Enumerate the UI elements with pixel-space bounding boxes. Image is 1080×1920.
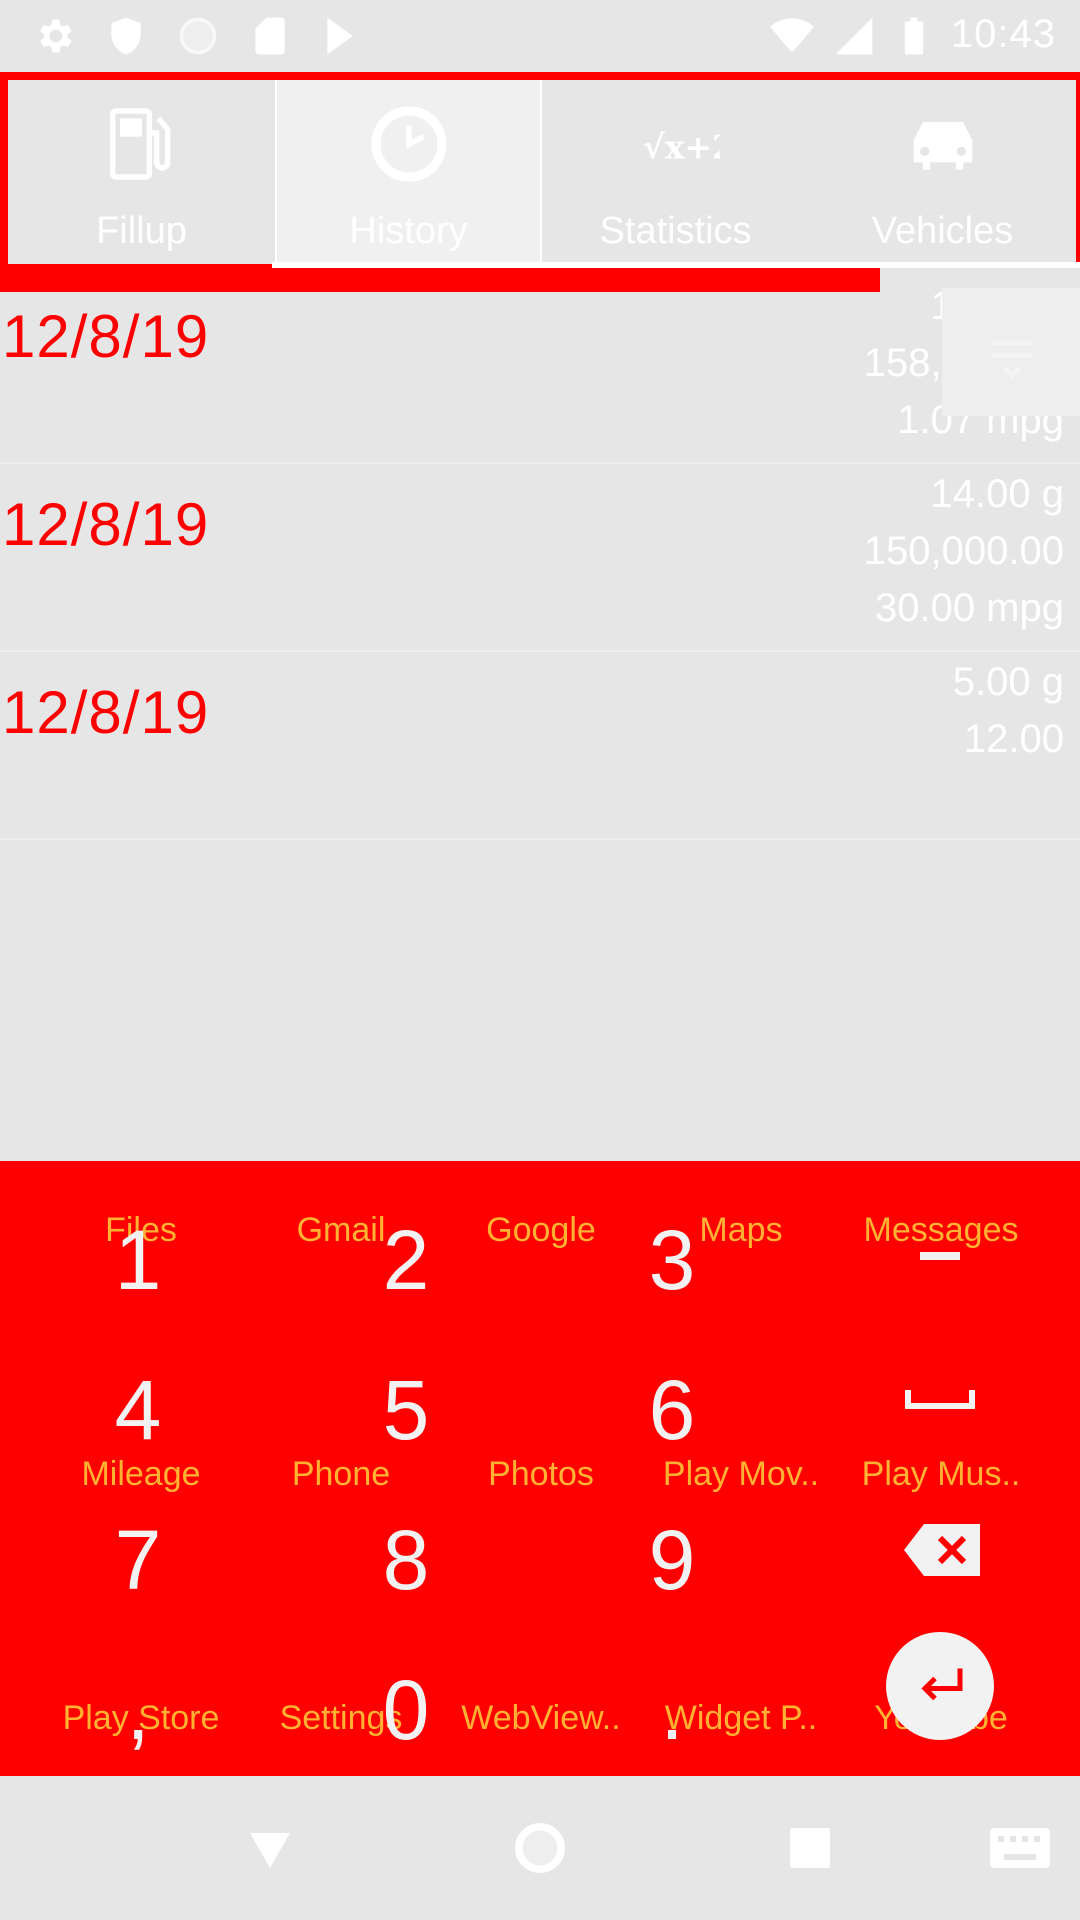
key-2[interactable]: 2 [306,1190,506,1330]
clock-time: 10:43 [950,12,1056,56]
key-1[interactable]: 1 [38,1190,238,1330]
signal-icon [835,17,873,55]
home-icon[interactable] [510,1818,570,1878]
circle-icon [179,17,217,55]
key-7[interactable]: 7 [38,1490,238,1630]
tab-label: Vehicles [871,210,1014,252]
tab-fillup[interactable]: Fillup [8,80,275,264]
recents-icon[interactable] [780,1818,840,1878]
key-6[interactable]: 6 [572,1340,772,1480]
row-values: 5.00 g 12.00 [953,654,1064,768]
row-date: 12/8/19 [2,303,210,370]
wifi-icon [770,18,814,53]
back-icon[interactable] [240,1818,300,1878]
tab-label: Statistics [599,210,752,252]
key-9[interactable]: 9 [572,1490,772,1630]
minus-key[interactable] [920,1252,960,1260]
bg-app-label: Messages [863,1211,1019,1249]
space-key[interactable] [904,1388,976,1410]
car-icon [913,122,972,170]
tab-history[interactable]: History [275,80,542,264]
sort-button[interactable] [942,288,1080,416]
key-period[interactable]: . [572,1640,772,1780]
list-item[interactable]: 12/8/19 15.00 g 158,000.00 1.07 mpg [0,276,1080,464]
key-comma[interactable]: , [38,1640,238,1780]
key-5[interactable]: 5 [306,1340,506,1480]
svg-text:√x+2: √x+2 [643,128,720,167]
key-4[interactable]: 4 [38,1340,238,1480]
tab-indicator [272,262,1080,268]
row-date: 12/8/19 [2,679,210,746]
key-8[interactable]: 8 [306,1490,506,1630]
sort-down-icon [992,340,1032,380]
enter-icon [921,1668,963,1701]
row-odometer: 150,000.00 [863,529,1064,573]
clock-icon [370,106,447,182]
tab-label: Fillup [96,210,187,252]
play-store-icon [327,17,353,55]
gear-icon [40,19,72,53]
backspace-icon[interactable] [900,1520,984,1580]
sd-card-icon [255,17,285,55]
list-item[interactable]: 12/8/19 5.00 g 12.00 [0,652,1080,840]
row-gallons: 14.00 g [930,472,1064,516]
formula-icon: √x+2 [643,128,720,167]
keyboard-icon[interactable] [988,1818,1052,1878]
history-list: 12/8/19 15.00 g 158,000.00 1.07 mpg 12/8… [0,276,1080,840]
battery-icon [904,17,924,55]
key-0[interactable]: 0 [306,1640,506,1780]
tab-bar: Fillup History √x+2 Statistics Vehicles [0,72,1080,268]
enter-button[interactable] [886,1632,994,1740]
shield-icon [111,17,141,55]
row-odometer: 12.00 [963,717,1064,761]
tab-label: History [349,210,468,252]
fuel-pump-icon [109,108,170,180]
status-bar: 10:43 [0,0,1080,72]
tab-vehicles[interactable]: Vehicles [809,80,1076,264]
row-values: 14.00 g 150,000.00 30.00 mpg [864,466,1064,637]
key-3[interactable]: 3 [572,1190,772,1330]
row-date: 12/8/19 [2,491,210,558]
row-gallons: 5.00 g [952,660,1064,704]
list-item[interactable]: 12/8/19 14.00 g 150,000.00 30.00 mpg [0,464,1080,652]
tab-statistics[interactable]: √x+2 Statistics [542,80,809,264]
navigation-bar [0,1776,1080,1920]
bg-app-label: Play Mus.. [861,1455,1021,1493]
row-mpg: 30.00 mpg [874,586,1064,630]
